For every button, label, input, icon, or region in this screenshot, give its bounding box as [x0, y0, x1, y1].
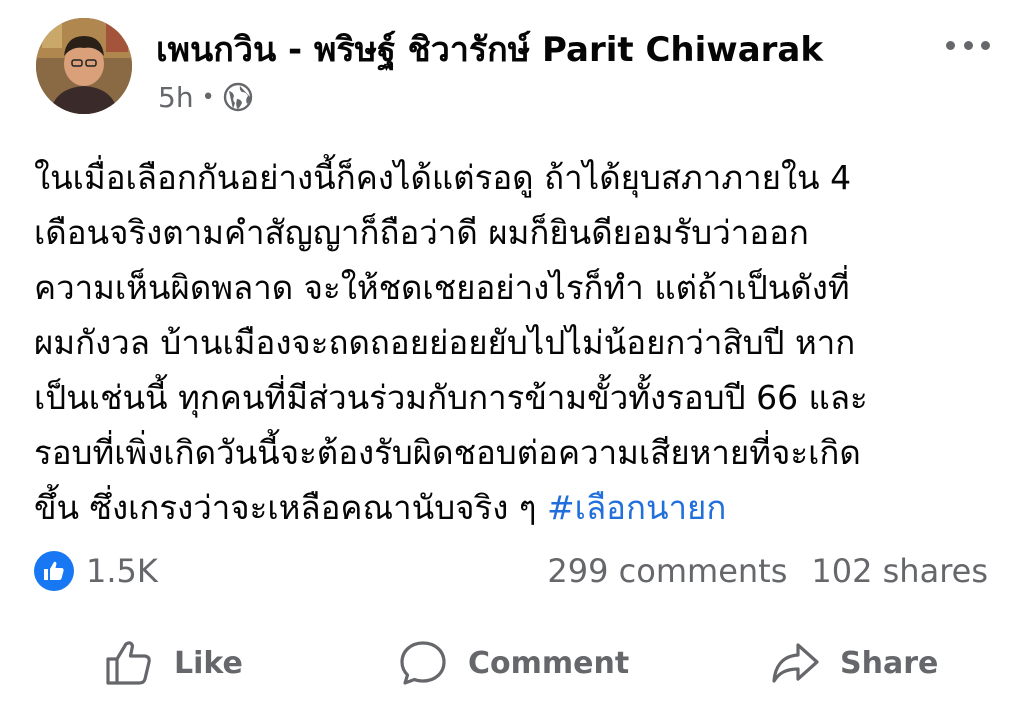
share-label: Share [840, 645, 939, 681]
like-button[interactable]: Like [104, 630, 243, 696]
thumbs-up-icon [106, 641, 151, 685]
avatar-image [36, 18, 132, 114]
shares-count[interactable]: 102 shares [811, 552, 988, 590]
more-dot [981, 40, 990, 50]
comment-icon [400, 641, 446, 685]
like-count: 1.5K [86, 552, 158, 590]
post-text-line: ในเมื่อเลือกกันอย่างนี้ก็คงได้แต่รอดู ถ้… [34, 158, 852, 197]
globe-icon [223, 82, 253, 112]
post-text-last-line: ขึ้น ซึ่งเกรงว่าจะเหลือคณานับจริง ๆ #เลื… [34, 480, 994, 535]
post-text-line: เดือนจริงตามคำสัญญาก็ถือว่าดี ผมก็ยินดีย… [34, 213, 809, 252]
reactions-summary[interactable]: 1.5K [34, 550, 158, 592]
more-dot [946, 40, 955, 50]
share-button[interactable]: Share [770, 630, 938, 696]
comment-label: Comment [468, 645, 630, 681]
like-label: Like [174, 645, 243, 681]
action-bar: Like Comment Share [0, 630, 1024, 696]
post-text-line: ขึ้น ซึ่งเกรงว่าจะเหลือคณานับจริง ๆ [34, 488, 548, 527]
post-meta: 5h • [158, 80, 253, 114]
like-reaction-icon [34, 551, 74, 591]
comments-count[interactable]: 299 comments [547, 552, 787, 590]
author-name[interactable]: เพนกวิน - พริษฐ์ ชิวารักษ์ Parit Chiwara… [156, 26, 823, 74]
post-stats: 299 comments 102 shares [547, 550, 988, 592]
post-text-line: เป็นเช่นนี้ ทุกคนที่มีส่วนร่วมกับการข้าม… [34, 378, 868, 417]
post-text-line: รอบที่เพิ่งเกิดวันนี้จะต้องรับผิดชอบต่อค… [34, 433, 861, 472]
post-time[interactable]: 5h [158, 81, 194, 114]
more-options-button[interactable] [946, 30, 990, 60]
separator-dot: • [201, 84, 215, 110]
comment-button[interactable]: Comment [398, 630, 629, 696]
post-text: ในเมื่อเลือกกันอย่างนี้ก็คงได้แต่รอดู ถ้… [34, 150, 994, 535]
author-avatar[interactable] [36, 18, 132, 114]
more-dot [963, 40, 973, 50]
hashtag-link[interactable]: #เลือกนายก [547, 488, 726, 527]
share-icon [772, 643, 819, 683]
post-text-line: ผมกังวล บ้านเมืองจะถดถอยย่อยยับไปไม่น้อย… [34, 323, 856, 362]
post-text-line: ความเห็นผิดพลาด จะให้ชดเชยอย่างไรก็ทำ แต… [34, 268, 850, 307]
